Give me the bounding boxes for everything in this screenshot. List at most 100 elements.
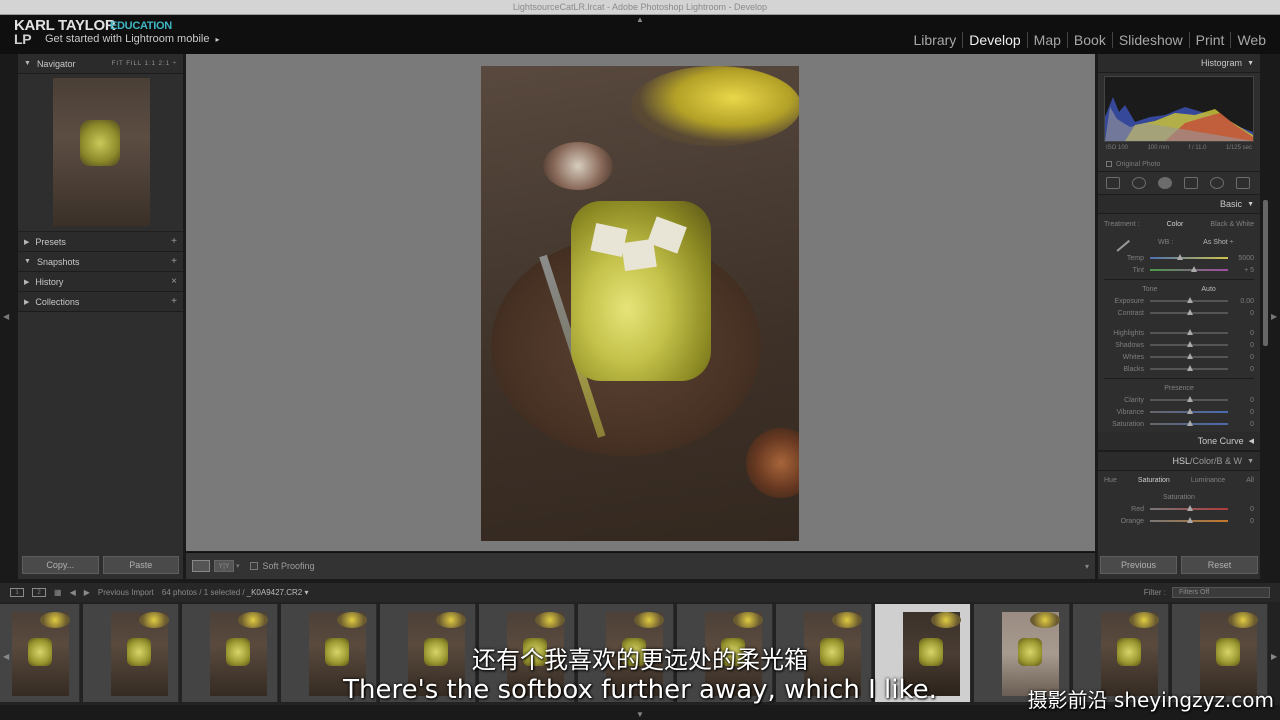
bottom-panel-toggle-icon[interactable]: ▼: [636, 710, 644, 719]
module-slideshow[interactable]: Slideshow: [1113, 32, 1190, 48]
module-library[interactable]: Library: [908, 32, 964, 48]
clarity-slider[interactable]: Clarity 0: [1104, 394, 1254, 406]
adjustment-brush-icon[interactable]: [1236, 177, 1250, 189]
vibrance-slider[interactable]: Vibrance 0: [1104, 406, 1254, 418]
chevron-down-icon[interactable]: ▾: [236, 562, 240, 570]
hsl-section-title: Saturation: [1163, 493, 1195, 501]
whites-slider[interactable]: Whites 0: [1104, 351, 1254, 363]
lightroom-mobile-link[interactable]: Get started with Lightroom mobile ▸: [45, 33, 219, 45]
history-panel-header[interactable]: ▶ History ×: [18, 272, 183, 292]
navigator-header[interactable]: ▼ Navigator FIT FILL 1:1 2:1 ÷: [18, 54, 183, 74]
whites-value[interactable]: 0: [1236, 354, 1254, 361]
contrast-value[interactable]: 0: [1236, 310, 1254, 317]
red-eye-icon[interactable]: [1158, 177, 1172, 189]
graduated-filter-icon[interactable]: [1184, 177, 1198, 189]
primary-display-icon[interactable]: 1: [10, 588, 24, 597]
color-tab[interactable]: Color: [1193, 456, 1215, 466]
secondary-display-icon[interactable]: 2: [32, 588, 46, 597]
filter-select[interactable]: Filters Off: [1172, 587, 1270, 598]
develop-canvas[interactable]: [186, 54, 1095, 551]
saturation-tab[interactable]: Saturation: [1138, 477, 1170, 484]
orange-slider[interactable]: Orange 0: [1104, 515, 1254, 527]
left-panel-toggle-icon[interactable]: ◀: [3, 312, 9, 321]
bw-tab[interactable]: B & W: [1217, 456, 1243, 466]
copy-button[interactable]: Copy...: [22, 556, 99, 574]
luminance-tab[interactable]: Luminance: [1191, 477, 1225, 484]
before-after-icon[interactable]: Y|Y: [214, 560, 234, 572]
top-panel-toggle-icon[interactable]: ▲: [636, 15, 644, 24]
clear-history-icon[interactable]: ×: [171, 276, 177, 287]
orange-value[interactable]: 0: [1236, 518, 1254, 525]
presets-panel-header[interactable]: ▶ Presets +: [18, 232, 183, 252]
tone-curve-header[interactable]: Tone Curve ◀: [1098, 432, 1260, 451]
previous-button[interactable]: Previous: [1100, 556, 1177, 574]
contrast-slider[interactable]: Contrast 0: [1104, 307, 1254, 319]
treatment-bw[interactable]: Black & White: [1210, 221, 1254, 228]
shadows-slider[interactable]: Shadows 0: [1104, 339, 1254, 351]
exposure-value[interactable]: 0.00: [1236, 298, 1254, 305]
right-panel-toggle-icon[interactable]: ▶: [1271, 312, 1277, 321]
auto-tone-button[interactable]: Auto: [1201, 286, 1215, 293]
all-tab[interactable]: All: [1246, 477, 1254, 484]
basic-header[interactable]: Basic ▼: [1098, 195, 1260, 214]
tint-slider[interactable]: Tint + 5: [1104, 264, 1254, 276]
eyedropper-icon[interactable]: [1110, 232, 1130, 252]
blacks-slider[interactable]: Blacks 0: [1104, 363, 1254, 375]
shadows-value[interactable]: 0: [1236, 342, 1254, 349]
original-photo-checkbox[interactable]: [1106, 161, 1112, 167]
hsl-header[interactable]: HSL / Color / B & W ▼: [1098, 451, 1260, 471]
red-value[interactable]: 0: [1236, 506, 1254, 513]
source-label[interactable]: Previous Import: [98, 588, 154, 597]
hsl-tab[interactable]: HSL: [1172, 456, 1190, 466]
right-panel-scrollbar[interactable]: [1263, 200, 1268, 346]
module-web[interactable]: Web: [1231, 32, 1272, 48]
spot-removal-icon[interactable]: [1132, 177, 1146, 189]
module-map[interactable]: Map: [1028, 32, 1068, 48]
paste-button[interactable]: Paste: [102, 556, 179, 574]
radial-filter-icon[interactable]: [1210, 177, 1224, 189]
treatment-color[interactable]: Color: [1167, 221, 1184, 228]
saturation-value[interactable]: 0: [1236, 421, 1254, 428]
module-print[interactable]: Print: [1190, 32, 1232, 48]
temp-slider[interactable]: Temp 5000: [1104, 252, 1254, 264]
reset-button[interactable]: Reset: [1181, 556, 1258, 574]
filter-label: Filter :: [1143, 588, 1166, 597]
tint-value[interactable]: + 5: [1236, 267, 1254, 274]
vibrance-value[interactable]: 0: [1236, 409, 1254, 416]
snapshots-panel-header[interactable]: ▼ Snapshots +: [18, 252, 183, 272]
module-develop[interactable]: Develop: [963, 32, 1028, 48]
histogram-graph[interactable]: [1104, 76, 1254, 142]
file-name[interactable]: _K0A9427.CR2 ▾: [247, 588, 309, 597]
clarity-value[interactable]: 0: [1236, 397, 1254, 404]
aperture-value: f / 11.0: [1188, 145, 1207, 151]
module-book[interactable]: Book: [1068, 32, 1113, 48]
highlights-value[interactable]: 0: [1236, 330, 1254, 337]
wb-select[interactable]: As Shot ÷: [1203, 239, 1233, 246]
navigator-zoom-options[interactable]: FIT FILL 1:1 2:1 ÷: [112, 61, 177, 67]
photo-count: 64 photos / 1 selected /: [161, 588, 245, 597]
loupe-view-icon[interactable]: [192, 560, 210, 572]
add-snapshot-icon[interactable]: +: [171, 256, 177, 267]
back-arrow-icon[interactable]: ◀: [70, 588, 76, 597]
histogram-header[interactable]: Histogram ▼: [1098, 54, 1260, 73]
toolbar-menu-icon[interactable]: ▾: [1085, 562, 1089, 571]
hue-tab[interactable]: Hue: [1104, 477, 1117, 484]
highlights-slider[interactable]: Highlights 0: [1104, 327, 1254, 339]
collections-panel-header[interactable]: ▶ Collections +: [18, 292, 183, 312]
blacks-value[interactable]: 0: [1236, 366, 1254, 373]
navigator-preview[interactable]: [18, 74, 183, 232]
red-slider[interactable]: Red 0: [1104, 503, 1254, 515]
temp-value[interactable]: 5000: [1236, 255, 1254, 262]
forward-arrow-icon[interactable]: ▶: [84, 588, 90, 597]
soft-proofing-toggle[interactable]: Soft Proofing: [249, 561, 315, 571]
crop-tool-icon[interactable]: [1106, 177, 1120, 189]
soft-proofing-checkbox[interactable]: [249, 562, 258, 570]
grid-view-icon[interactable]: ▦: [54, 588, 62, 597]
add-collection-icon[interactable]: +: [171, 296, 177, 307]
exif-info: ISO 100 100 mm f / 11.0 1/125 sec: [1098, 145, 1260, 157]
original-photo-toggle[interactable]: Original Photo: [1098, 157, 1260, 171]
main-photo[interactable]: [481, 66, 799, 541]
saturation-slider[interactable]: Saturation 0: [1104, 418, 1254, 430]
exposure-slider[interactable]: Exposure 0.00: [1104, 295, 1254, 307]
add-preset-icon[interactable]: +: [171, 236, 177, 247]
